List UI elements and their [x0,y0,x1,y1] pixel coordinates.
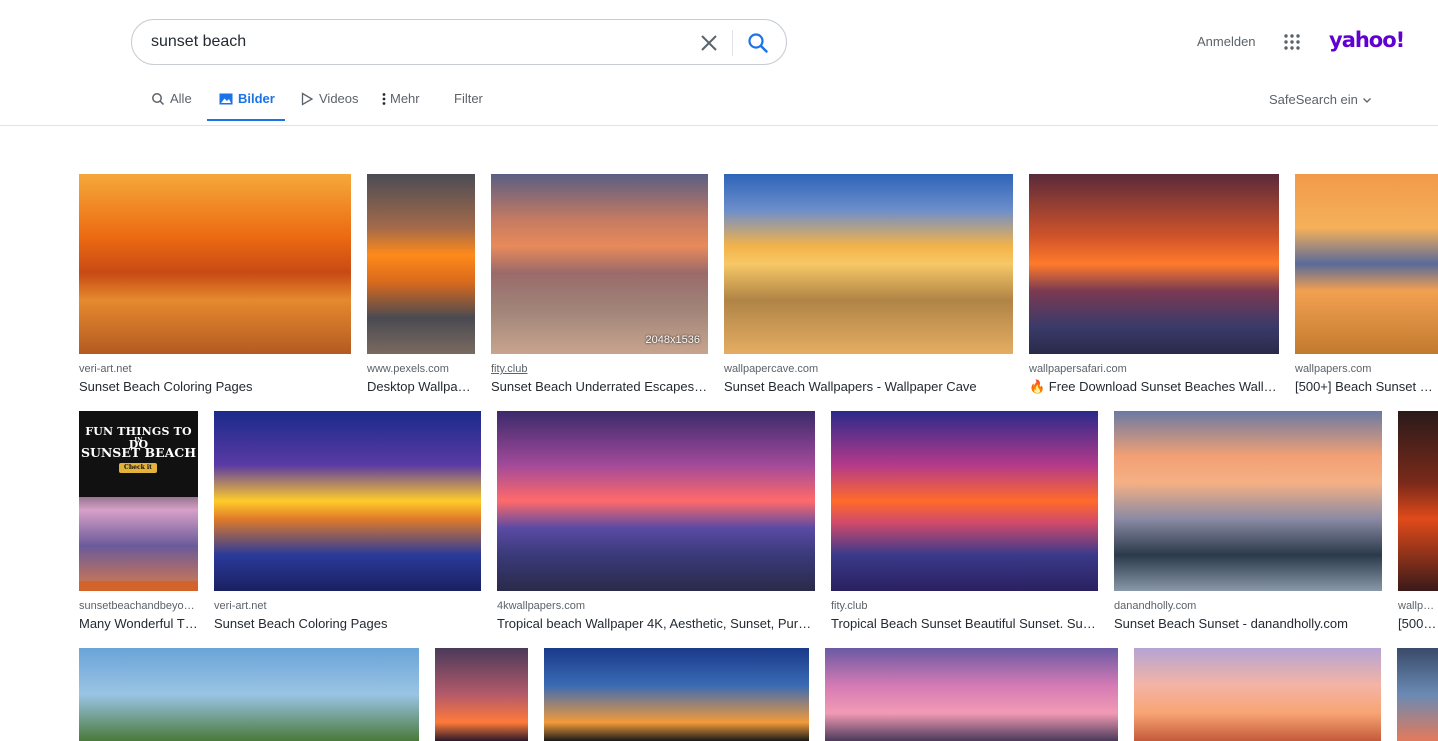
result-tile[interactable] [825,648,1118,741]
book-cover-header: FUN THINGS TO DO IN SUNSET BEACH Check i… [79,411,198,497]
result-image[interactable] [79,174,351,354]
result-source: sunsetbeachandbeyond.com [79,600,198,612]
result-tile[interactable]: FUN THINGS TO DO IN SUNSET BEACH Check i… [79,411,198,631]
result-source: wallpapers.com [1295,363,1372,375]
safesearch-dropdown[interactable]: SafeSearch ein [1269,92,1372,107]
result-tile[interactable]: danandholly.com Sunset Beach Sunset - da… [1114,411,1382,631]
result-source: fity.club [831,600,868,612]
result-image[interactable] [724,174,1013,354]
tab-bilder[interactable]: Bilder [207,91,285,121]
yahoo-logo[interactable]: yahoo! [1329,28,1405,52]
result-title[interactable]: Sunset Beach Underrated Escapes: 2048x15… [491,379,708,394]
result-title[interactable]: Sunset Beach Wallpapers - Wallpaper Cave [724,379,1013,394]
result-source: www.pexels.com [367,363,449,375]
result-image[interactable] [497,411,815,591]
result-source: veri-art.net [214,600,267,612]
result-image[interactable] [435,648,528,741]
signin-link[interactable]: Anmelden [1197,34,1256,49]
result-image[interactable] [1397,648,1438,741]
tab-filter[interactable]: Filter [454,91,483,121]
result-image[interactable]: 2048x1536 [491,174,708,354]
result-tile[interactable]: 2048x1536 fity.club Sunset Beach Underra… [491,174,708,394]
result-source: 4kwallpapers.com [497,600,586,612]
tab-label: Mehr [390,91,420,106]
result-title[interactable]: Sunset Beach Sunset - danandholly.com [1114,616,1382,631]
result-source: fity.club [491,363,528,375]
result-source: veri-art.net [79,363,132,375]
result-image[interactable] [831,411,1098,591]
tab-mehr[interactable]: Mehr [380,91,420,121]
result-image[interactable] [825,648,1118,741]
result-tile[interactable]: wallpapers.com [500+] Beach Sunset Wallp… [1295,174,1438,394]
result-image[interactable] [79,648,419,741]
result-image[interactable] [1398,411,1438,591]
play-icon [301,92,314,106]
result-title[interactable]: [500+] Beach Sunset Wallpapers [1295,379,1438,394]
result-tile[interactable] [435,648,528,741]
result-tile[interactable]: wallpapers.com [500+] Beach Sunset Wallp… [1398,411,1438,631]
result-tile[interactable] [1134,648,1381,741]
safesearch-label: SafeSearch ein [1269,92,1358,107]
book-strip [79,581,198,591]
more-vertical-icon [382,93,386,105]
image-dimensions: 2048x1536 [645,334,700,346]
result-tile[interactable]: wallpapersafari.com 🔥 Free Download Suns… [1029,174,1279,394]
search-input[interactable] [151,30,691,54]
header: Anmelden yahoo! Alle Bilder Videos Mehr … [0,0,1438,126]
result-tile[interactable] [79,648,419,741]
result-tile[interactable]: wallpapercave.com Sunset Beach Wallpaper… [724,174,1013,394]
result-source: wallpapercave.com [724,363,819,375]
result-title[interactable]: Sunset Beach Coloring Pages [214,616,481,631]
result-tile[interactable] [544,648,809,741]
clear-icon[interactable] [698,32,720,54]
result-title[interactable]: [500+] Beach Sunset Wallpapers [1398,616,1438,631]
apps-grid-icon[interactable] [1283,33,1301,51]
search-icon[interactable] [746,31,770,55]
search-icon [152,93,165,106]
result-tile[interactable] [1397,648,1438,741]
result-tile[interactable]: veri-art.net Sunset Beach Coloring Pages [79,174,351,394]
result-title[interactable]: Tropical beach Wallpaper 4K, Aesthetic, … [497,616,815,631]
result-tile[interactable]: fity.club Tropical Beach Sunset Beautifu… [831,411,1098,631]
result-title[interactable]: Tropical Beach Sunset Beautiful Sunset. … [831,616,1098,631]
book-badge: Check it Out [119,463,157,481]
result-source: danandholly.com [1114,600,1197,612]
chevron-down-icon [1362,97,1371,103]
result-title[interactable]: Desktop Wallpaper Sunset Beach [367,379,475,394]
result-image[interactable]: FUN THINGS TO DO IN SUNSET BEACH Check i… [79,411,198,591]
search-divider [732,30,733,56]
result-title[interactable]: 🔥 Free Download Sunset Beaches Wallpaper… [1029,379,1279,395]
result-source: wallpapersafari.com [1029,363,1127,375]
search-box [131,19,787,65]
result-title[interactable]: Many Wonderful Things To Do [79,616,198,631]
result-image[interactable] [214,411,481,591]
tab-label: Filter [454,91,483,106]
result-tile[interactable]: www.pexels.com Desktop Wallpaper Sunset … [367,174,475,394]
tab-alle[interactable]: Alle [151,91,192,121]
result-image[interactable] [1295,174,1438,354]
result-image[interactable] [1029,174,1279,354]
result-tile[interactable]: 4kwallpapers.com Tropical beach Wallpape… [497,411,815,631]
book-line-2: IN [134,437,143,444]
result-image[interactable] [367,174,475,354]
result-image[interactable] [1134,648,1381,741]
tab-videos[interactable]: Videos [300,91,359,121]
tab-label: Alle [170,91,192,106]
tab-label: Videos [319,91,359,106]
result-source: wallpapers.com [1398,600,1438,612]
image-icon [219,93,233,105]
book-line-3: SUNSET BEACH [80,445,197,460]
result-tile[interactable]: veri-art.net Sunset Beach Coloring Pages [214,411,481,631]
result-image[interactable] [544,648,809,741]
tab-label: Bilder [238,91,275,106]
result-title[interactable]: Sunset Beach Coloring Pages [79,379,351,394]
result-image[interactable] [1114,411,1382,591]
